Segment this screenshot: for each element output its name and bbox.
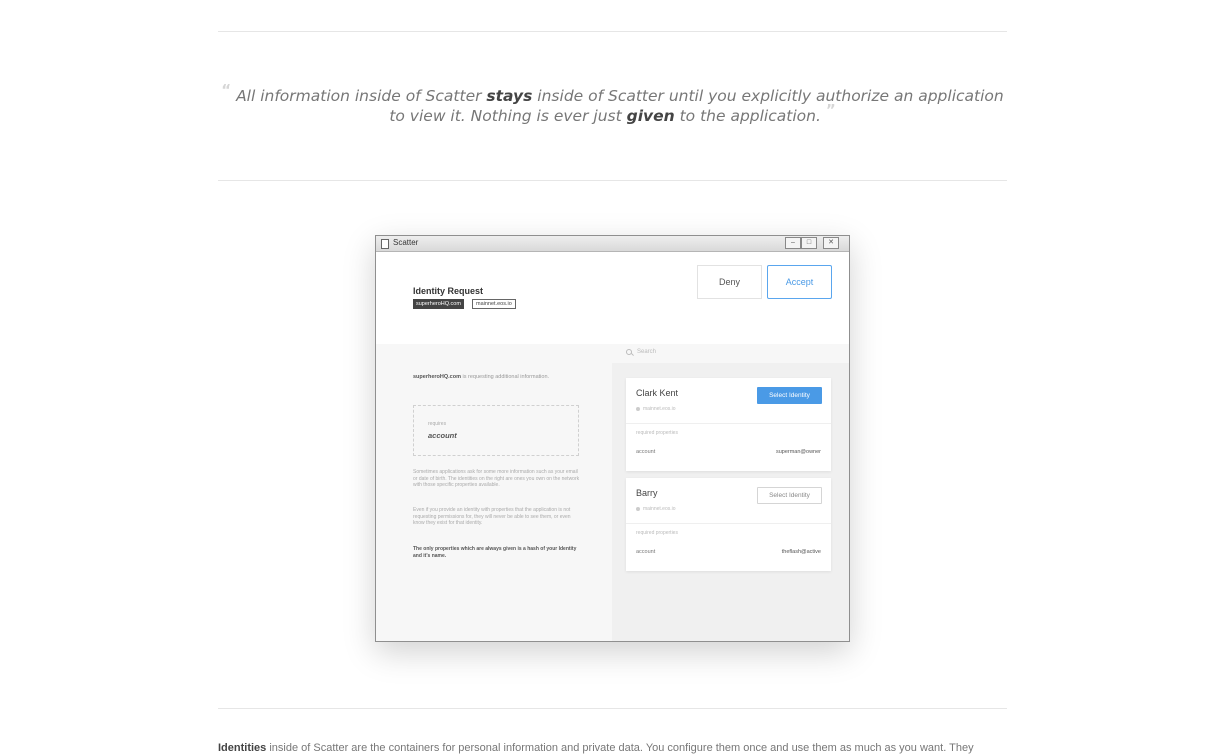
search-icon <box>626 349 632 355</box>
quote-text-3: to the application. <box>674 107 821 125</box>
origin-tag: superheroHQ.com <box>413 299 464 309</box>
info-paragraph-2: Even if you provide an identity with pro… <box>413 507 571 527</box>
identities-bold: Identities <box>218 742 267 754</box>
deny-button[interactable]: Deny <box>697 265 762 299</box>
property-key: account <box>636 449 656 455</box>
quote-block: “ All information inside of Scatter stay… <box>218 81 1007 126</box>
requires-box: requires account <box>413 405 579 456</box>
info-paragraph-3: The only properties which are always giv… <box>413 546 577 559</box>
identity-name: Barry <box>636 488 658 498</box>
property-value: theflash@active <box>781 549 821 555</box>
open-quote-icon: “ <box>221 81 232 99</box>
window-title: Scatter <box>393 238 419 247</box>
network-dot-icon <box>636 406 640 411</box>
identity-network-label: mainnet.eos.io <box>643 406 676 412</box>
scatter-window: Scatter – □ ✕ Identity Request superhero… <box>375 235 850 642</box>
identity-request-header: Identity Request superheroHQ.com mainnet… <box>376 252 849 344</box>
close-quote-icon: ” <box>825 101 836 119</box>
identity-network-label: mainnet.eos.io <box>643 506 676 512</box>
property-key: account <box>636 549 656 555</box>
requesting-text: is requesting additional information. <box>460 374 550 380</box>
select-identity-button[interactable]: Select Identity <box>757 387 822 404</box>
quote-emphasis-stays: stays <box>486 87 533 105</box>
identity-request-title: Identity Request <box>413 286 484 296</box>
close-button[interactable]: ✕ <box>823 237 839 249</box>
document-icon <box>381 239 389 249</box>
network-tag: mainnet.eos.io <box>472 299 516 309</box>
request-info-panel: superheroHQ.com is requesting additional… <box>376 344 612 641</box>
quote-text-1: All information inside of Scatter <box>236 87 487 105</box>
requester-domain: superheroHQ.com <box>413 374 461 380</box>
window-titlebar[interactable]: Scatter – □ ✕ <box>376 236 849 252</box>
card-divider <box>626 423 831 424</box>
minimize-button[interactable]: – <box>785 237 801 249</box>
accept-button[interactable]: Accept <box>767 265 832 299</box>
quote-emphasis-given: given <box>626 107 675 125</box>
search-input[interactable]: Search <box>637 349 656 355</box>
identity-card: Clark Kent Select Identity mainnet.eos.i… <box>626 378 831 471</box>
network-dot-icon <box>636 506 640 511</box>
identity-card: Barry Select Identity mainnet.eos.io req… <box>626 478 831 571</box>
identities-text: inside of Scatter are the containers for… <box>266 742 974 754</box>
requires-label: requires <box>428 421 447 427</box>
identity-network: mainnet.eos.io <box>636 506 676 512</box>
top-divider <box>218 31 1007 32</box>
search-bar[interactable]: Search <box>612 344 849 363</box>
identity-name: Clark Kent <box>636 388 679 398</box>
identities-description: Identities inside of Scatter are the con… <box>218 742 1007 754</box>
card-divider <box>626 523 831 524</box>
info-paragraph-1: Sometimes applications ask for some more… <box>413 469 580 489</box>
requires-value: account <box>428 431 457 440</box>
bottom-divider <box>218 708 1007 709</box>
required-properties-label: required properties <box>636 530 678 536</box>
identity-network: mainnet.eos.io <box>636 406 676 412</box>
middle-divider <box>218 180 1007 181</box>
identities-panel: Search Clark Kent Select Identity mainne… <box>612 344 849 641</box>
requesting-line: superheroHQ.com is requesting additional… <box>413 374 549 380</box>
select-identity-button[interactable]: Select Identity <box>757 487 822 504</box>
required-properties-label: required properties <box>636 430 678 436</box>
maximize-button[interactable]: □ <box>801 237 817 249</box>
property-value: superman@owner <box>775 449 821 455</box>
